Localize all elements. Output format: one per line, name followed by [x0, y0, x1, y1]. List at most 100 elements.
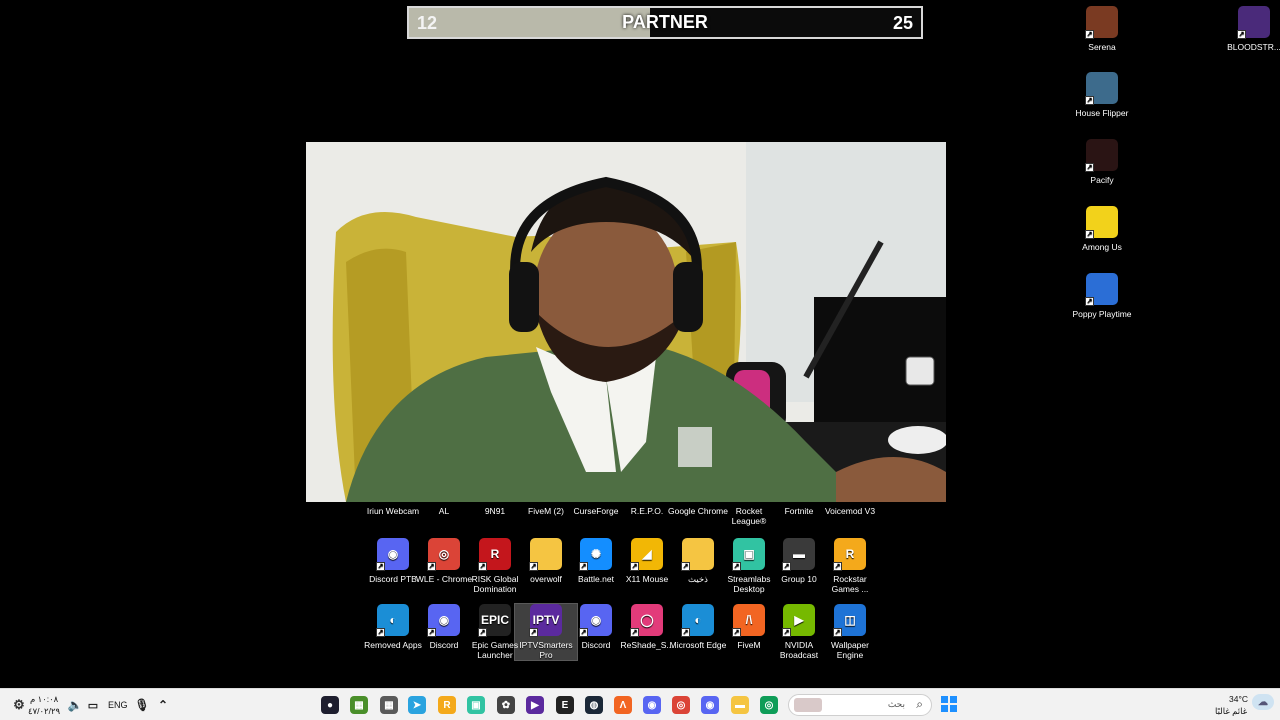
- score-bar-title: PARTNER: [622, 12, 708, 32]
- desktop-icon-pacify[interactable]: ↗ Pacify: [1071, 139, 1133, 185]
- shortcut-arrow-icon: ↗: [1085, 30, 1094, 39]
- desktop-icon-rockstar-games[interactable]: R ↗ Rockstar Games ...: [819, 538, 881, 594]
- clock-date[interactable]: ٤٧/٠٢/٢٩: [28, 706, 60, 717]
- shortcut-arrow-icon: ↗: [833, 628, 842, 637]
- shortcut-arrow-icon: ↗: [579, 628, 588, 637]
- desktop-icon-label: Poppy Playtime: [1072, 309, 1132, 319]
- clock-time[interactable]: ١٠:٠٨ م: [30, 694, 58, 705]
- right-score: 25: [892, 13, 913, 33]
- shortcut-arrow-icon: ↗: [478, 562, 487, 571]
- taskbar-chatgpt-icon[interactable]: ✿: [497, 696, 515, 714]
- shortcut-arrow-icon: ↗: [427, 562, 436, 571]
- streamlabs-icon: ▣ ↗: [732, 538, 765, 571]
- settings-gear-icon[interactable]: ⚙: [10, 696, 28, 714]
- edge-icon: ◐ ↗: [681, 604, 714, 637]
- shortcut-arrow-icon: ↗: [782, 562, 791, 571]
- desktop-icon-label: Wallpaper Engine: [831, 640, 869, 660]
- nvidia-icon: ▶ ↗: [782, 604, 815, 637]
- network-icon[interactable]: ▭: [84, 696, 102, 714]
- risk-icon: R ↗: [478, 538, 511, 571]
- desktop-icon-label: Rockstar Games ...: [831, 574, 869, 594]
- desktop-icon-voicemod-v3[interactable]: Voicemod V3: [819, 506, 881, 516]
- shortcut-arrow-icon: ↗: [427, 628, 436, 637]
- partner-score-bar: 12 PARTNER 25: [407, 6, 923, 39]
- game-art-icon: ↗: [1085, 6, 1118, 39]
- game-art-icon: ↗: [1237, 6, 1270, 39]
- taskbar-minecraft-icon[interactable]: ▦: [350, 696, 368, 714]
- poppy-icon: ↗: [1085, 273, 1118, 306]
- shortcut-arrow-icon: ↗: [732, 562, 741, 571]
- desktop-icon-label: House Flipper: [1075, 108, 1129, 118]
- start-windows-icon[interactable]: [940, 695, 958, 713]
- taskbar-fivem-icon[interactable]: Λ: [614, 696, 632, 714]
- taskbar-discord-ptb-icon[interactable]: ◉: [701, 696, 719, 714]
- search-highlight-icon: [794, 698, 822, 712]
- desktop-icon-label: Pacify: [1090, 175, 1114, 185]
- taskbar-obs-icon[interactable]: ●: [321, 696, 339, 714]
- shortcut-arrow-icon: ↗: [529, 562, 538, 571]
- battlenet-icon: ✺ ↗: [579, 538, 612, 571]
- edge-icon: ◐ ↗: [376, 604, 409, 637]
- microphone-icon[interactable]: 🎙: [133, 696, 151, 714]
- shortcut-arrow-icon: ↗: [529, 628, 538, 637]
- taskbar-steam-icon[interactable]: ◍: [585, 696, 603, 714]
- shortcut-arrow-icon: ↗: [782, 628, 791, 637]
- chrome-icon: ◎ ↗: [427, 538, 460, 571]
- taskbar-chrome-icon[interactable]: ◎: [672, 696, 690, 714]
- desktop-icon-bloodstr[interactable]: ↗ BLOODSTR...: [1223, 6, 1280, 52]
- desktop-icon-among-us[interactable]: ↗ Among Us: [1071, 206, 1133, 252]
- volume-icon[interactable]: 🔈: [66, 696, 84, 714]
- shortcut-arrow-icon: ↗: [478, 628, 487, 637]
- weather-temp[interactable]: 34°C: [1229, 694, 1248, 704]
- taskbar-discord-icon[interactable]: ◉: [643, 696, 661, 714]
- taskbar-search-box[interactable]: بحث ⌕: [788, 694, 932, 716]
- taskbar-minecraft-alt-icon[interactable]: ▦: [380, 696, 398, 714]
- taskbar-epic-icon[interactable]: E: [556, 696, 574, 714]
- taskbar-streamlabs-icon[interactable]: ▣: [467, 696, 485, 714]
- weather-desc[interactable]: غائم غالبًا: [1215, 706, 1247, 717]
- discord-icon: ◉ ↗: [376, 538, 409, 571]
- webcam-feed: [306, 142, 946, 502]
- taskbar-file-explorer-icon[interactable]: ▬: [731, 696, 749, 714]
- fivem-icon: /\ ↗: [732, 604, 765, 637]
- taskbar-rockstar-icon[interactable]: R: [438, 696, 456, 714]
- wallpaper-engine-icon: ◫ ↗: [833, 604, 866, 637]
- taskbar-chrome-alt-icon[interactable]: ◎: [760, 696, 778, 714]
- shortcut-arrow-icon: ↗: [1085, 96, 1094, 105]
- iptv-icon: IPTV ↗: [529, 604, 562, 637]
- shortcut-arrow-icon: ↗: [1085, 297, 1094, 306]
- shortcut-arrow-icon: ↗: [376, 628, 385, 637]
- epic-icon: EPIC ↗: [478, 604, 511, 637]
- game-art-icon: ↗: [1085, 139, 1118, 172]
- folder-icon: ↗: [681, 538, 714, 571]
- desktop-icon-poppy-playtime[interactable]: ↗ Poppy Playtime: [1071, 273, 1133, 319]
- shortcut-arrow-icon: ↗: [1237, 30, 1246, 39]
- shortcut-arrow-icon: ↗: [681, 562, 690, 571]
- desktop-icon-label: Among Us: [1082, 242, 1122, 252]
- taskbar-telegram-icon[interactable]: ➤: [408, 696, 426, 714]
- search-placeholder: بحث: [887, 699, 905, 709]
- chevron-up-icon[interactable]: ⌃: [154, 696, 172, 714]
- shortcut-arrow-icon: ↗: [630, 562, 639, 571]
- mouse-icon: ◢ ↗: [630, 538, 663, 571]
- taskbar: ⚙ ١٠:٠٨ م ٤٧/٠٢/٢٩ 🔈 ▭ ENG 🎙 ⌃ ● ▦ ▦ ➤ R ▣ ✿ ▶ E…: [0, 688, 1280, 720]
- desktop-icon-house-flipper[interactable]: ↗ House Flipper: [1071, 72, 1133, 118]
- weather-cloud-icon[interactable]: ☁: [1252, 694, 1274, 710]
- game-art-icon: ↗: [1085, 72, 1118, 105]
- folder-icon: ↗: [529, 538, 562, 571]
- webcam-scene: [306, 142, 946, 502]
- language-indicator[interactable]: ENG: [108, 700, 128, 710]
- taskbar-iptv-icon[interactable]: ▶: [526, 696, 544, 714]
- desktop-icon-serena[interactable]: ↗ Serena: [1071, 6, 1133, 52]
- among-us-icon: ↗: [1085, 206, 1118, 239]
- shortcut-arrow-icon: ↗: [630, 628, 639, 637]
- rockstar-icon: R ↗: [833, 538, 866, 571]
- group-icon: ▬ ↗: [782, 538, 815, 571]
- shortcut-arrow-icon: ↗: [376, 562, 385, 571]
- desktop-icon-label: BLOODSTR...: [1227, 42, 1280, 52]
- discord-icon: ◉ ↗: [427, 604, 460, 637]
- desktop-icon-wallpaper-engine[interactable]: ◫ ↗ Wallpaper Engine: [819, 604, 881, 660]
- reshade-icon: ◯ ↗: [630, 604, 663, 637]
- search-icon: ⌕: [916, 697, 923, 711]
- shortcut-arrow-icon: ↗: [579, 562, 588, 571]
